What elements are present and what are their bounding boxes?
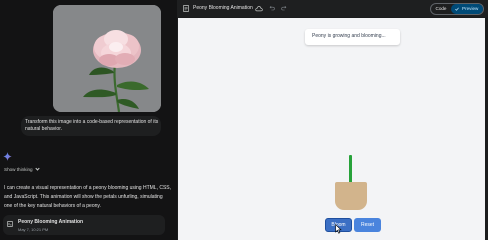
document-icon	[183, 5, 189, 12]
canvas-title: Peony Blooming Animation	[193, 5, 253, 11]
code-icon	[7, 221, 13, 227]
peony-stem	[349, 155, 352, 185]
artifact-card[interactable]	[3, 215, 165, 235]
check-icon	[455, 7, 459, 11]
code-tab-button[interactable]: Code	[431, 3, 451, 15]
user-prompt-text: Transform this image into a code-based r…	[25, 119, 159, 132]
uploaded-peony-image[interactable]	[53, 5, 161, 112]
cloud-icon[interactable]	[255, 5, 263, 12]
chevron-down-icon	[34, 166, 40, 171]
assistant-response-text: I can create a visual representation of …	[4, 185, 172, 209]
reset-button[interactable]: Reset	[354, 218, 381, 232]
artifact-title: Peony Blooming Animation	[18, 219, 84, 225]
artifact-date: May 7, 10:21 PM	[18, 227, 49, 232]
show-thinking-toggle[interactable]: Show thinking	[4, 166, 40, 172]
undo-icon[interactable]	[269, 5, 275, 11]
show-thinking-label: Show thinking	[4, 167, 33, 172]
mouse-cursor-icon	[335, 224, 342, 234]
flower-pot	[335, 182, 367, 210]
gemini-spark-icon	[3, 152, 12, 161]
chat-panel: Transform this image into a code-based r…	[0, 0, 177, 240]
status-message-text: Peony is growing and blooming...	[312, 33, 386, 39]
redo-icon[interactable]	[281, 5, 287, 11]
peony-photo-illustration	[53, 5, 161, 112]
preview-area	[178, 18, 485, 240]
